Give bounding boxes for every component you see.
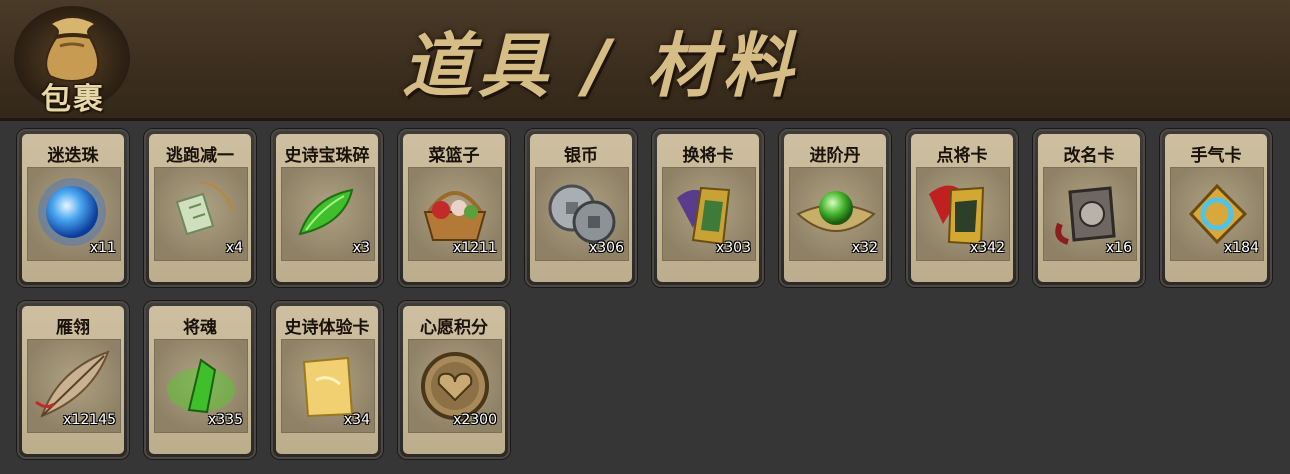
item-card[interactable]: 逃跑减一 x4 [144, 129, 256, 287]
item-card[interactable]: 银币 x306 [525, 129, 637, 287]
item-quantity: x306 [588, 240, 624, 256]
item-quantity: x342 [969, 240, 1005, 256]
item-name: 点将卡 [936, 146, 988, 166]
item-name: 换将卡 [682, 146, 734, 166]
item-name: 进阶丹 [809, 146, 861, 166]
item-card[interactable]: 史诗体验卡 x34 [271, 301, 383, 459]
item-card[interactable]: 迷迭珠 x11 [17, 129, 129, 287]
page-title: 道具 / 材料 [402, 25, 799, 107]
item-card[interactable]: 点将卡 x342 [906, 129, 1018, 287]
item-quantity: x32 [851, 240, 878, 256]
item-card[interactable]: 将魂 x335 [144, 301, 256, 459]
item-quantity: x34 [343, 412, 370, 428]
item-name: 雁翎 [56, 318, 90, 338]
item-quantity: x1211 [453, 240, 497, 256]
item-quantity: x335 [207, 412, 243, 428]
item-name: 逃跑减一 [166, 146, 234, 166]
item-name: 史诗宝珠碎 [284, 146, 370, 166]
item-name: 心愿积分 [420, 318, 488, 338]
item-quantity: x3 [352, 240, 370, 256]
item-quantity: x4 [225, 240, 243, 256]
item-card[interactable]: 改名卡 x16 [1033, 129, 1145, 287]
item-quantity: x11 [89, 240, 116, 256]
item-card[interactable]: 心愿积分 x2300 [398, 301, 510, 459]
item-name: 银币 [564, 146, 598, 166]
item-quantity: x184 [1223, 240, 1259, 256]
item-quantity: x16 [1105, 240, 1132, 256]
item-name: 史诗体验卡 [284, 318, 370, 338]
item-name: 迷迭珠 [47, 146, 99, 166]
item-quantity: x2300 [453, 412, 497, 428]
item-name: 菜篮子 [428, 146, 480, 166]
item-card[interactable]: 换将卡 x303 [652, 129, 764, 287]
item-card[interactable]: 进阶丹 x32 [779, 129, 891, 287]
item-name: 手气卡 [1190, 146, 1242, 166]
item-quantity: x12145 [63, 412, 116, 428]
item-card[interactable]: 手气卡 x184 [1160, 129, 1272, 287]
inventory-header: 包裹 道具 / 材料 [0, 0, 1290, 121]
item-name: 改名卡 [1063, 146, 1115, 166]
item-quantity: x303 [715, 240, 751, 256]
bag-label: 包裹 [41, 82, 105, 117]
item-name: 将魂 [183, 318, 217, 338]
item-card[interactable]: 菜篮子 x1211 [398, 129, 510, 287]
item-card[interactable]: 史诗宝珠碎 x3 [271, 129, 383, 287]
item-card[interactable]: 雁翎 x12145 [17, 301, 129, 459]
